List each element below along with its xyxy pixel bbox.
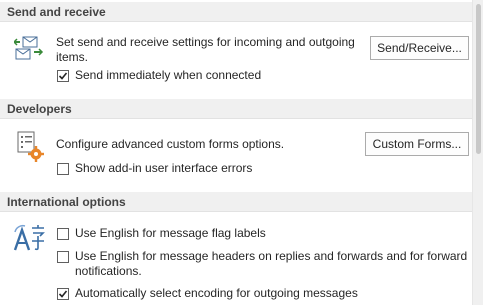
send-immediately-checkbox[interactable]	[57, 70, 69, 82]
english-flag-labels-label[interactable]: Use English for message flag labels	[75, 226, 266, 241]
vertical-scrollbar[interactable]	[472, 0, 483, 305]
section-header-developers: Developers	[0, 99, 473, 119]
section-header-international: International options	[0, 192, 473, 212]
custom-forms-gear-icon	[17, 131, 45, 166]
developers-description: Configure advanced custom forms options.	[56, 137, 285, 151]
send-immediately-label[interactable]: Send immediately when connected	[75, 68, 261, 83]
language-translate-icon	[13, 224, 47, 257]
section-header-send-receive: Send and receive	[0, 2, 473, 22]
send-receive-description: Set send and receive settings for incomi…	[56, 35, 355, 49]
options-pane: Send and receive Set send and receive se…	[0, 0, 473, 305]
scrollbar-thumb[interactable]	[476, 4, 481, 154]
send-receive-button[interactable]: Send/Receive...	[370, 36, 469, 60]
show-addin-errors-label[interactable]: Show add-in user interface errors	[75, 161, 252, 176]
custom-forms-button[interactable]: Custom Forms...	[365, 132, 469, 156]
send-receive-icon	[12, 36, 44, 65]
checkmark-icon	[58, 72, 68, 80]
show-addin-errors-checkbox[interactable]	[57, 163, 69, 175]
english-flag-labels-checkbox[interactable]	[57, 228, 69, 240]
auto-encoding-label[interactable]: Automatically select encoding for outgoi…	[75, 286, 358, 301]
auto-encoding-checkbox[interactable]	[57, 288, 69, 300]
send-receive-description-cont: items.	[56, 50, 89, 64]
english-message-headers-label[interactable]: Use English for message headers on repli…	[75, 249, 467, 264]
english-message-headers-label-cont[interactable]: notifications.	[75, 264, 142, 279]
english-message-headers-checkbox[interactable]	[57, 251, 69, 263]
checkmark-icon	[58, 290, 68, 298]
